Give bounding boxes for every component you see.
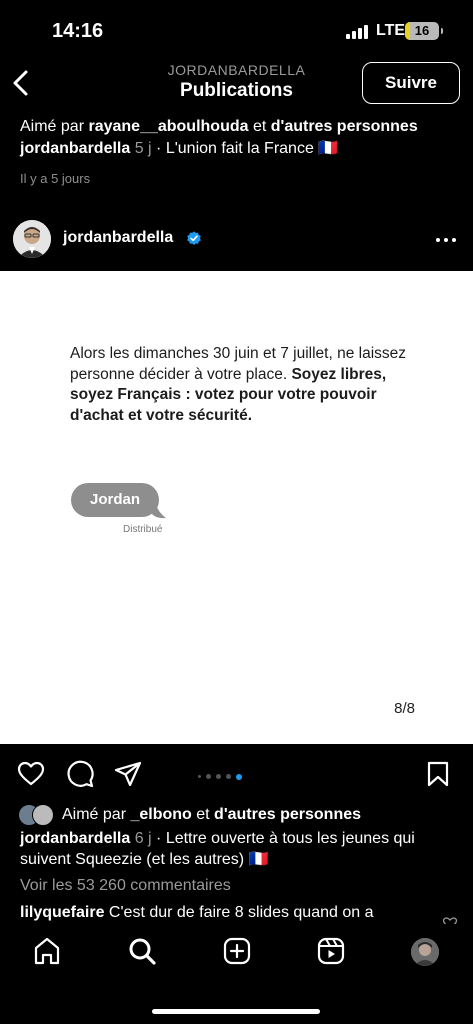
previous-post-footer: Aimé par rayane__aboulhouda et d'autres … — [20, 116, 460, 190]
profile-avatar[interactable] — [411, 938, 439, 966]
follow-button[interactable]: Suivre — [362, 62, 460, 104]
network-label: LTE — [376, 22, 406, 39]
post-caption: jordanbardella 6 j · Lettre ouverte à to… — [20, 828, 460, 870]
letter-text: Alors les dimanches 30 juin et 7 juillet… — [70, 344, 410, 426]
caption-username[interactable]: jordanbardella — [20, 140, 130, 157]
reels-icon[interactable] — [316, 936, 346, 966]
comment-icon[interactable] — [66, 760, 94, 788]
create-icon[interactable] — [222, 936, 252, 966]
caption-age: 5 j — [130, 140, 152, 157]
carousel-dot — [216, 774, 221, 780]
post-image[interactable]: Alors les dimanches 30 juin et 7 juillet… — [0, 271, 473, 744]
signal-icon — [346, 25, 370, 39]
previous-likes-line: Aimé par rayane__aboulhouda et d'autres … — [20, 116, 460, 138]
battery-level: 16 — [414, 23, 430, 38]
likes-mid: et — [248, 118, 271, 135]
heart-icon[interactable] — [17, 760, 45, 788]
delivered-label: Distribué — [123, 524, 163, 535]
caption-age: 6 j — [130, 830, 152, 847]
carousel-indicator — [198, 768, 247, 780]
bookmark-icon[interactable] — [424, 760, 452, 788]
liked-by-others-link[interactable]: d'autres personnes — [271, 118, 418, 135]
carousel-dot — [236, 773, 242, 780]
top-header: JORDANBARDELLA Publications Suivre — [0, 60, 473, 108]
view-comments-link[interactable]: Voir les 53 260 commentaires — [20, 877, 231, 895]
likes-mid: et — [191, 806, 215, 823]
avatar[interactable] — [13, 220, 51, 258]
home-icon[interactable] — [32, 936, 62, 966]
send-icon[interactable] — [114, 760, 142, 788]
post-username[interactable]: jordanbardella — [63, 229, 173, 247]
home-indicator — [152, 1009, 320, 1014]
comment-username[interactable]: lilyquefaire — [20, 904, 104, 921]
status-time: 14:16 — [52, 20, 104, 42]
likes-text: Aimé par _elbono et d'autres personnes — [62, 806, 361, 824]
comment-text: C'est dur de faire 8 slides quand on a — [104, 904, 374, 921]
verified-badge-icon — [187, 231, 201, 245]
liked-by-user[interactable]: _elbono — [130, 806, 191, 823]
battery-icon: 16 — [405, 22, 443, 40]
post-time-ago: Il y a 5 jours — [20, 171, 91, 186]
bottom-tab-bar — [0, 924, 473, 1024]
page-number: 8/8 — [394, 700, 415, 717]
carousel-dot — [198, 775, 201, 779]
post-actions — [0, 752, 473, 796]
liked-by-others-link[interactable]: d'autres personnes — [214, 806, 361, 823]
previous-caption: jordanbardella 5 j · L'union fait la Fra… — [20, 138, 460, 160]
liked-by-user[interactable]: rayane__aboulhouda — [88, 118, 248, 135]
more-icon[interactable] — [434, 230, 458, 250]
likes-prefix: Aimé par — [20, 118, 89, 135]
first-comment: lilyquefaire C'est dur de faire 8 slides… — [20, 904, 373, 922]
carousel-dot — [206, 774, 211, 780]
status-bar: 14:16 LTE 16 — [0, 0, 473, 60]
carousel-dot — [226, 774, 231, 780]
search-icon[interactable] — [127, 936, 157, 966]
post-header: jordanbardella — [0, 218, 473, 264]
caption-text: · L'union fait la France 🇫🇷 — [151, 140, 339, 157]
message-bubble: Jordan — [71, 483, 159, 517]
liker-avatar[interactable] — [32, 804, 54, 826]
caption-username[interactable]: jordanbardella — [20, 830, 130, 847]
likes-prefix: Aimé par — [62, 806, 131, 823]
